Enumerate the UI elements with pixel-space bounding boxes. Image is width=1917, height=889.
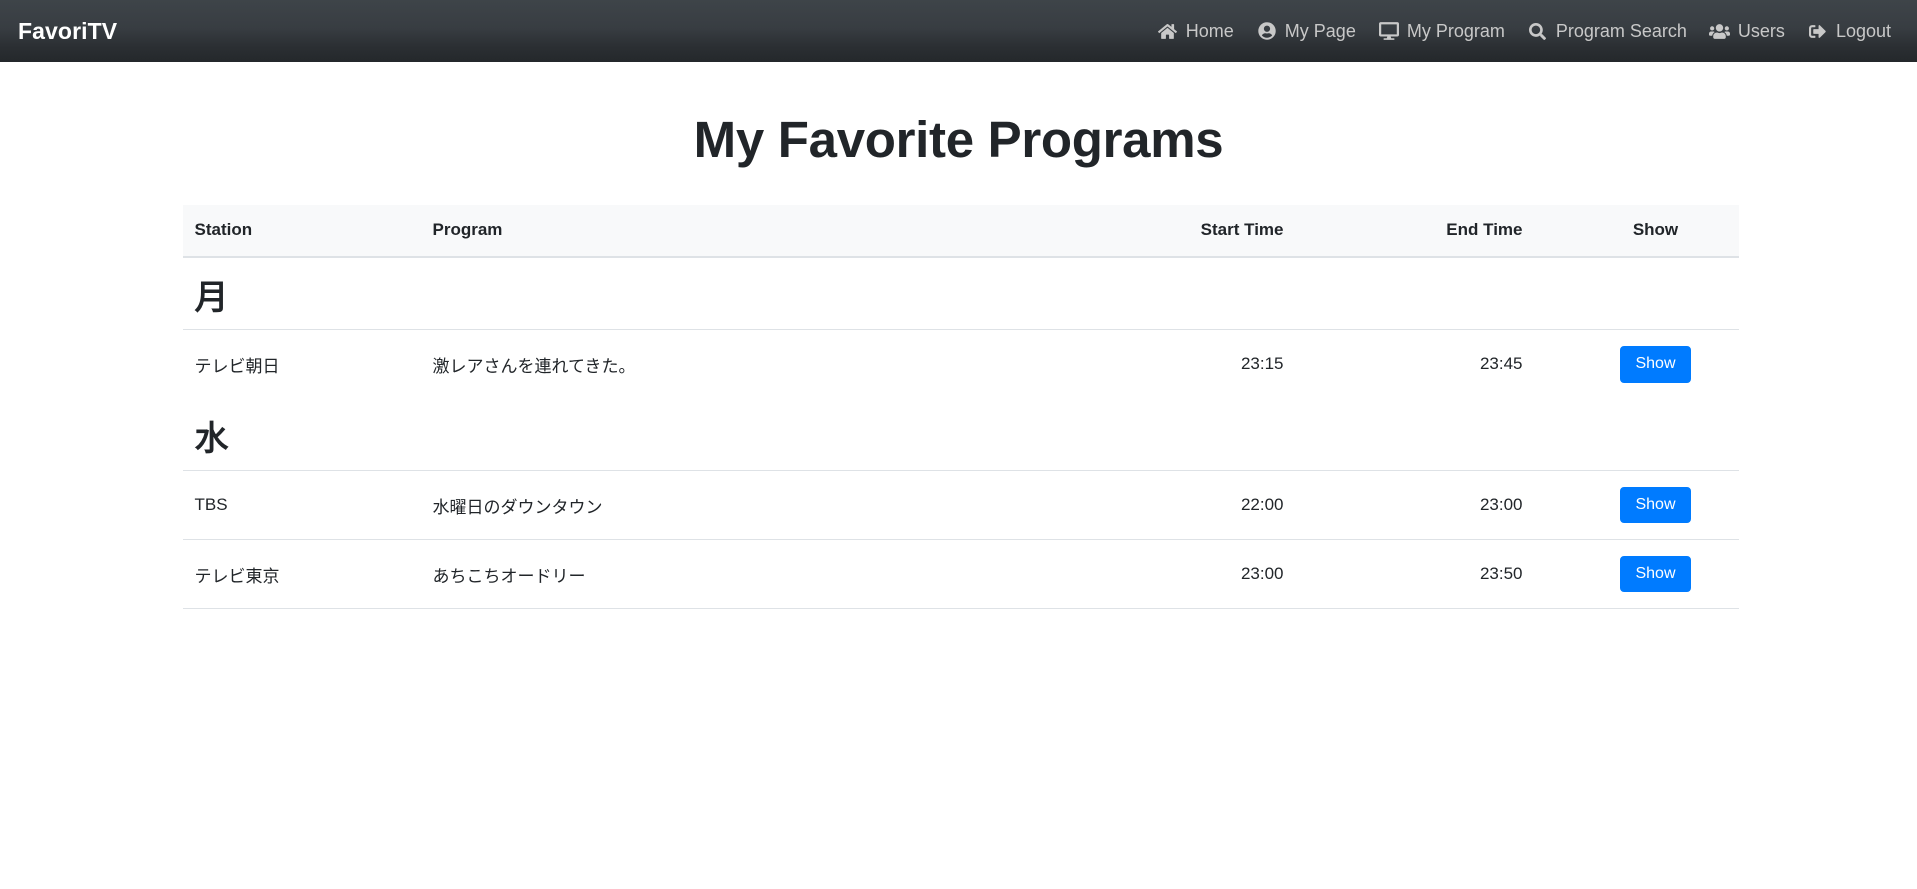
nav-link-home-label: Home xyxy=(1185,21,1234,41)
cell-program: 激レアさんを連れてきた。 xyxy=(420,329,1109,399)
nav-link-users-label: Users xyxy=(1737,21,1785,41)
navbar-links: Home My Page My Program Program Search U… xyxy=(1157,21,1891,41)
nav-link-users[interactable]: Users xyxy=(1709,21,1785,41)
cell-end-time: 23:00 xyxy=(1340,469,1573,540)
nav-link-my-page-label: My Page xyxy=(1284,21,1356,41)
sign-out-icon xyxy=(1807,21,1829,41)
table-row: TBS 水曜日のダウンタウン 22:00 23:00 Show xyxy=(182,469,1739,540)
day-label: 水 xyxy=(194,419,229,458)
table-body: 月テレビ朝日 激レアさんを連れてきた。 23:15 23:45 Show 水 TBS 水曜日の… xyxy=(182,257,1739,610)
column-header-end-time: End Time xyxy=(1340,205,1573,258)
cell-station: テレビ東京 xyxy=(182,539,421,609)
table-head: Station Program Start Time End Time Show xyxy=(182,205,1739,258)
table-header-row: Station Program Start Time End Time Show xyxy=(182,205,1739,258)
show-button[interactable]: Show xyxy=(1620,486,1691,524)
nav-link-program-search-label: Program Search xyxy=(1555,21,1687,41)
users-icon xyxy=(1709,21,1731,41)
cell-start-time: 22:00 xyxy=(1108,469,1341,540)
day-group-header: 月 xyxy=(183,257,1739,330)
page-content: My Favorite Programs Station Program Sta… xyxy=(0,62,1917,610)
cell-program: 水曜日のダウンタウン xyxy=(420,469,1109,540)
show-button[interactable]: Show xyxy=(1620,346,1691,383)
table-bottom-border-cell xyxy=(182,608,1739,610)
favorites-table: Station Program Start Time End Time Show… xyxy=(182,205,1739,610)
user-circle-icon xyxy=(1256,21,1278,41)
nav-link-my-program-label: My Program xyxy=(1406,21,1505,41)
cell-station: TBS xyxy=(182,469,421,540)
nav-link-home[interactable]: Home xyxy=(1157,21,1234,41)
table-row: テレビ朝日 激レアさんを連れてきた。 23:15 23:45 Show xyxy=(182,329,1739,399)
table-row: テレビ東京 あちこちオードリー 23:00 23:50 Show xyxy=(182,539,1739,609)
column-header-show: Show xyxy=(1572,205,1739,258)
day-group-header-cell: 水 xyxy=(183,399,1739,471)
nav-link-logout-label: Logout xyxy=(1835,21,1891,41)
cell-end-time: 23:50 xyxy=(1340,539,1573,609)
nav-link-my-page[interactable]: My Page xyxy=(1256,21,1356,41)
column-header-program: Program xyxy=(420,205,1109,258)
main-navbar: FavoriTV Home My Page My Program Program… xyxy=(0,0,1917,62)
cell-show: Show xyxy=(1572,469,1739,540)
cell-station: テレビ朝日 xyxy=(182,329,421,399)
nav-link-my-program[interactable]: My Program xyxy=(1378,21,1505,41)
day-group-header: 水 xyxy=(183,399,1739,471)
day-group-header-cell: 月 xyxy=(183,257,1739,330)
cell-start-time: 23:15 xyxy=(1108,329,1341,399)
home-icon xyxy=(1157,21,1179,41)
desktop-icon xyxy=(1378,21,1400,41)
navbar-brand[interactable]: FavoriTV xyxy=(18,19,117,43)
cell-end-time: 23:45 xyxy=(1340,329,1573,399)
nav-link-logout[interactable]: Logout xyxy=(1807,21,1891,41)
column-header-station: Station xyxy=(182,205,421,258)
cell-program: あちこちオードリー xyxy=(420,539,1109,609)
cell-show: Show xyxy=(1572,329,1739,399)
search-icon xyxy=(1527,21,1549,41)
cell-show: Show xyxy=(1572,539,1739,609)
page-title: My Favorite Programs xyxy=(693,111,1224,168)
show-button[interactable]: Show xyxy=(1620,556,1691,593)
table-bottom-border xyxy=(182,608,1739,610)
column-header-start-time: Start Time xyxy=(1108,205,1341,258)
cell-start-time: 23:00 xyxy=(1108,539,1341,609)
nav-link-program-search[interactable]: Program Search xyxy=(1527,21,1687,41)
favorites-table-container: Station Program Start Time End Time Show… xyxy=(181,205,1739,610)
day-label: 月 xyxy=(194,279,229,317)
